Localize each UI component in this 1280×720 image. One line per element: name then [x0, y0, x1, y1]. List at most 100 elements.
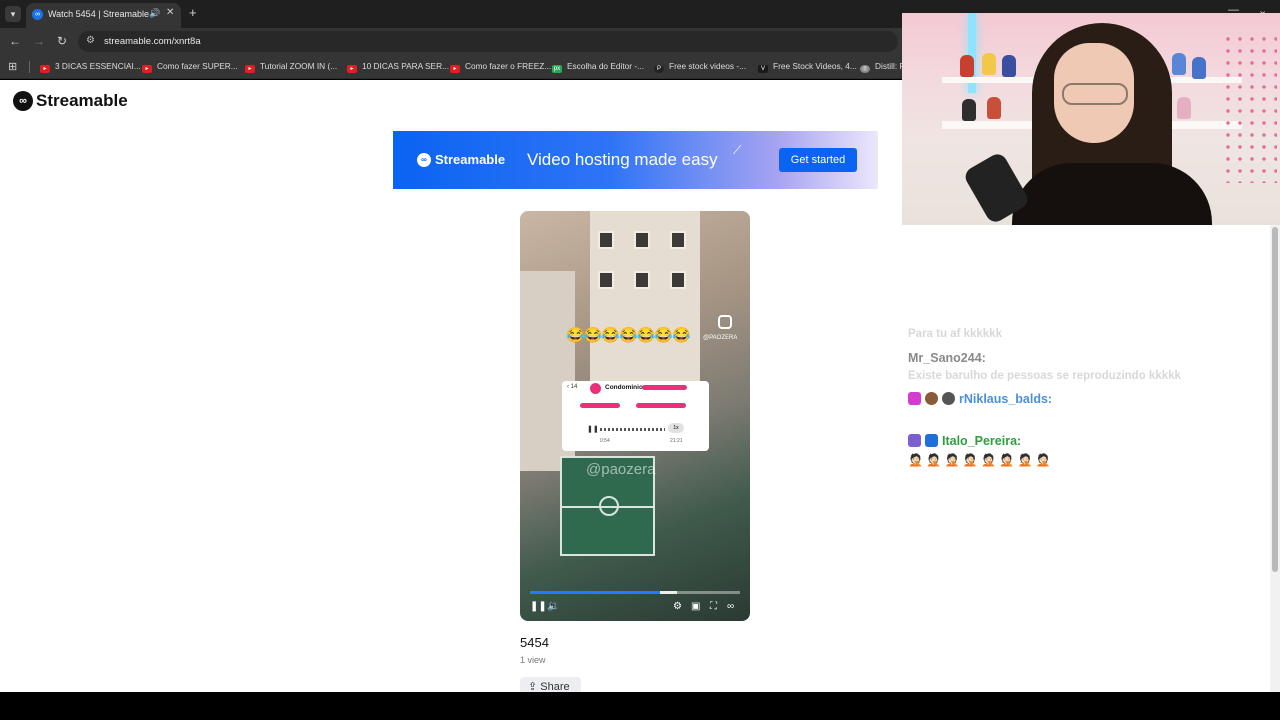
banner-brand: Streamable	[435, 152, 506, 167]
speed-badge: 1x	[668, 423, 684, 433]
instagram-handle: @PAOZERA	[703, 335, 738, 341]
redaction	[642, 385, 687, 390]
apps-grid-icon[interactable]: ⊞	[8, 60, 17, 73]
sub-badge-icon	[908, 434, 921, 447]
chat-message-faded: Para tu af kkkkkk	[908, 328, 1002, 340]
figure	[982, 53, 996, 75]
window	[670, 271, 686, 289]
bookmark-label: Free Stock Videos, 4...	[773, 61, 857, 71]
bookmark-label: 10 DICAS PARA SER...	[362, 61, 449, 71]
bookmark-item[interactable]: ▸ 10 DICAS PARA SER...	[347, 61, 449, 75]
banner-tagline: Video hosting made easy	[527, 150, 718, 169]
back-arrow-icon[interactable]: ←	[9, 34, 21, 48]
bookmark-item[interactable]: ▸ 3 DICAS ESSENCIAI...	[40, 61, 141, 75]
audio-time-left: 0:54	[600, 438, 610, 444]
streamable-logo[interactable]: ∞ Streamable	[13, 91, 128, 111]
streamable-logo-icon[interactable]: ∞	[727, 601, 734, 612]
back-count-value: 14	[570, 384, 578, 390]
window	[670, 231, 686, 249]
video-watermark: @paozera	[586, 461, 656, 478]
youtube-icon: ▸	[450, 65, 460, 73]
settings-gear-icon[interactable]: ⚙	[673, 601, 682, 612]
video-title: 5454	[520, 635, 549, 650]
youtube-icon: ▸	[142, 65, 152, 73]
window	[634, 271, 650, 289]
pause-icon: ❚❚	[587, 426, 599, 433]
back-count: ‹ 14	[567, 384, 578, 390]
ad-banner[interactable]: ∞ Streamable Video hosting made easy ⟋ G…	[393, 131, 878, 189]
bookmark-label: 3 DICAS ESSENCIAI...	[55, 61, 141, 71]
chat-username: Italo_Pereira:	[942, 434, 1022, 448]
picture-in-picture-icon[interactable]: ▣	[691, 601, 700, 612]
bookmark-item[interactable]: ▸ Como fazer SUPER...	[142, 61, 238, 75]
pexels-icon: P	[654, 65, 664, 73]
sparkle-icon: ⟋	[733, 143, 742, 157]
globe-icon: ◎	[860, 65, 870, 73]
brush-badge-icon	[925, 392, 938, 405]
forward-arrow-icon[interactable]: →	[33, 34, 45, 48]
cherry-blossom-plant	[1222, 33, 1277, 183]
volume-icon[interactable]: 🔉	[547, 601, 559, 612]
bookmark-label: Free stock videos -...	[669, 61, 747, 71]
chat-username: rNiklaus_balds:	[959, 392, 1053, 406]
url-text: streamable.com/xnrt8a	[104, 36, 201, 47]
redaction	[636, 403, 686, 408]
streamable-favicon-icon: ∞	[32, 9, 43, 20]
webcam-overlay	[902, 13, 1280, 225]
figure	[987, 97, 1001, 119]
bookmark-item[interactable]: px Escolha do Editor -...	[552, 61, 644, 75]
bookmark-item[interactable]: ▸ Como fazer o FREEZ...	[450, 61, 551, 75]
pause-button[interactable]: ❚❚	[530, 601, 547, 612]
video-player[interactable]: 😂😂😂😂😂😂😂 @PAOZERA ‹ 14 Condominio ❚❚ 1x 0…	[520, 211, 750, 621]
tab-search-icon[interactable]: ▾	[5, 6, 21, 22]
new-tab-icon[interactable]: +	[189, 5, 197, 20]
bookmark-item[interactable]: ▸ Tutorial ZOOM IN (...	[245, 61, 337, 75]
progress-buffer	[660, 591, 677, 594]
streamer-body	[1012, 163, 1212, 225]
view-count: 1 view	[520, 655, 546, 665]
figure	[1192, 57, 1206, 79]
bookmark-item[interactable]: ◎ Distill: F	[860, 61, 905, 75]
window	[598, 231, 614, 249]
heart-badge-icon	[908, 392, 921, 405]
bookmark-item[interactable]: V Free Stock Videos, 4...	[758, 61, 857, 75]
bookmark-label: Tutorial ZOOM IN (...	[260, 61, 338, 71]
site-info-icon[interactable]: ⚙	[86, 35, 95, 46]
chat-username: Mr_Sano244:	[908, 351, 986, 365]
browser-tab-active[interactable]: ∞ Watch 5454 | Streamable 🔊 ✕	[26, 3, 181, 28]
youtube-icon: ▸	[347, 65, 357, 73]
fullscreen-icon[interactable]: ⛶	[710, 601, 717, 612]
chat-scrollbar[interactable]	[1270, 225, 1280, 692]
progress-fill	[530, 591, 661, 594]
vimeo-icon: V	[758, 65, 768, 73]
bookmark-item[interactable]: P Free stock videos -...	[654, 61, 746, 75]
logo-text: Streamable	[36, 91, 128, 110]
address-bar[interactable]: ⚙ streamable.com/xnrt8a	[78, 31, 898, 52]
chat-line: rNiklaus_balds:	[908, 392, 1052, 406]
stream-chat: Para tu af kkkkkk Mr_Sano244: Existe bar…	[902, 225, 1270, 692]
chat-title: Condominio	[605, 384, 643, 391]
youtube-icon: ▸	[245, 65, 255, 73]
reload-icon[interactable]: ↻	[57, 34, 67, 48]
get-started-button[interactable]: Get started	[779, 148, 857, 172]
figure	[1177, 97, 1191, 119]
bookmark-label: Como fazer o FREEZ...	[465, 61, 552, 71]
video-progress-bar[interactable]	[530, 591, 740, 594]
chat-line: Italo_Pereira:	[908, 434, 1021, 448]
scrollbar-thumb[interactable]	[1272, 227, 1278, 572]
close-tab-icon[interactable]: ✕	[166, 7, 174, 18]
bookmark-label: Distill: F	[875, 61, 905, 71]
bookmark-label: Como fazer SUPER...	[157, 61, 238, 71]
window	[598, 271, 614, 289]
alien-badge-icon	[942, 392, 955, 405]
figure	[1002, 55, 1016, 77]
tab-title: Watch 5454 | Streamable	[48, 9, 150, 19]
audio-time-right: 21:21	[670, 438, 683, 444]
chat-message: 🤦🏻 🤦🏻 🤦🏻 🤦🏻 🤦🏻 🤦🏻 🤦🏻 🤦🏻	[908, 453, 1051, 467]
chat-message-faded: Existe barulho de pessoas se reproduzind…	[908, 370, 1181, 382]
chat-screenshot-overlay: ‹ 14 Condominio ❚❚ 1x 0:54 21:21	[562, 381, 709, 451]
speaker-icon[interactable]: 🔊	[149, 8, 160, 19]
figure	[1172, 53, 1186, 75]
youtube-icon: ▸	[40, 65, 50, 73]
taskbar-strip	[0, 692, 1280, 720]
